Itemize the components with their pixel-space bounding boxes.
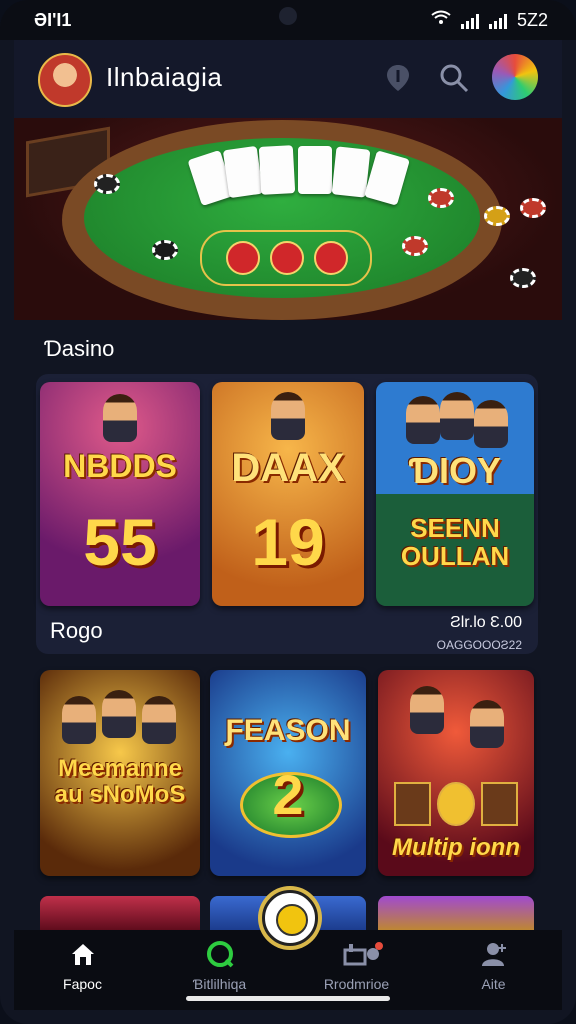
app-header: Ilnbaiagia bbox=[14, 40, 562, 118]
poker-chip bbox=[484, 206, 510, 226]
nav-label: Rrodmrioe bbox=[323, 976, 390, 992]
status-indicators: 5Z2 bbox=[431, 10, 548, 31]
games-icon bbox=[206, 940, 234, 968]
location-icon[interactable] bbox=[382, 62, 414, 94]
game-title: Multip ionn bbox=[392, 834, 520, 861]
host-figure bbox=[410, 686, 444, 734]
bet-spot bbox=[314, 241, 348, 275]
game-number: 55 bbox=[83, 505, 157, 579]
wifi-icon bbox=[431, 10, 451, 31]
chip-icon bbox=[276, 904, 308, 936]
home-indicator[interactable] bbox=[186, 996, 390, 1001]
search-icon[interactable] bbox=[438, 62, 470, 94]
nav-item-profile[interactable]: Aite bbox=[425, 930, 562, 1010]
battery-label: 5Z2 bbox=[516, 10, 548, 30]
profile-icon bbox=[480, 940, 508, 968]
phone-screen: ƏI'I1 5Z2 Ilnbaiagia Ɗasino NBDDS 55 DAA… bbox=[0, 0, 576, 1024]
signal-icon-2 bbox=[488, 13, 507, 29]
nav-label: Fapoc bbox=[63, 976, 102, 992]
section-title: Ɗasino bbox=[44, 336, 115, 361]
nav-item-home[interactable]: Fapoc bbox=[14, 930, 151, 1010]
poker-chip bbox=[510, 268, 536, 288]
status-time: ƏI'I1 bbox=[34, 10, 72, 30]
price-subtext: OAGGOOOƧ22 bbox=[436, 638, 522, 652]
playing-card bbox=[258, 145, 296, 195]
game-subtitle: SEENN OULLAN bbox=[400, 513, 510, 571]
bet-spot bbox=[226, 241, 260, 275]
nav-label: Ɓitlilhiqa bbox=[192, 976, 247, 992]
playing-card bbox=[331, 146, 371, 198]
playing-card bbox=[298, 146, 332, 194]
signal-icon bbox=[460, 13, 479, 29]
host-figure bbox=[142, 696, 176, 744]
avatar[interactable] bbox=[38, 53, 92, 107]
host-figure bbox=[62, 696, 96, 744]
game-card[interactable]: ƊIOY SEENN OULLAN bbox=[376, 382, 534, 606]
host-figure bbox=[102, 690, 136, 738]
hero-banner[interactable] bbox=[14, 118, 562, 320]
promotions-icon bbox=[343, 940, 383, 968]
host-figure bbox=[103, 394, 137, 442]
nav-label: Aite bbox=[481, 976, 506, 992]
host-figure bbox=[474, 400, 508, 448]
game-card-partial[interactable] bbox=[378, 896, 534, 932]
game-title: NBDDS bbox=[63, 448, 177, 484]
status-bar: ƏI'I1 5Z2 bbox=[0, 0, 576, 40]
game-title: ƊIOY bbox=[408, 450, 502, 491]
host-figure bbox=[406, 396, 440, 444]
game-number: 2 bbox=[272, 763, 304, 826]
host-figure bbox=[440, 392, 474, 440]
game-card[interactable]: Multip ionn bbox=[378, 670, 534, 876]
game-card[interactable]: DAAX 19 bbox=[212, 382, 364, 606]
app-title: Ilnbaiagia bbox=[106, 62, 223, 92]
front-camera bbox=[279, 7, 297, 25]
row-label: Rogo bbox=[50, 618, 103, 643]
poker-chip bbox=[152, 240, 178, 260]
poker-chip bbox=[428, 188, 454, 208]
game-card[interactable]: ƑEASON 2 bbox=[210, 670, 366, 876]
game-card[interactable]: NBDDS 55 bbox=[40, 382, 200, 606]
game-number: 19 bbox=[251, 505, 325, 579]
user-menu-icon[interactable] bbox=[492, 54, 538, 100]
price-value: Ƨlr.lo Ɛ.00 bbox=[450, 614, 522, 631]
game-card[interactable]: Meemanne au sNoMoS bbox=[40, 670, 200, 876]
host-figure bbox=[470, 700, 504, 748]
game-title: ƑEASON bbox=[225, 714, 351, 747]
poker-chip bbox=[520, 198, 546, 218]
poker-chip bbox=[402, 236, 428, 256]
game-card-partial[interactable] bbox=[40, 896, 200, 932]
thumbnail-strip bbox=[394, 782, 518, 826]
home-icon bbox=[69, 940, 97, 968]
bet-spot bbox=[270, 241, 304, 275]
playing-card bbox=[222, 145, 264, 199]
center-chip-button[interactable] bbox=[262, 890, 318, 946]
poker-chip bbox=[94, 174, 120, 194]
host-figure bbox=[271, 392, 305, 440]
game-title: Meemanne au sNoMoS bbox=[54, 755, 186, 808]
game-title: DAAX bbox=[231, 446, 345, 490]
